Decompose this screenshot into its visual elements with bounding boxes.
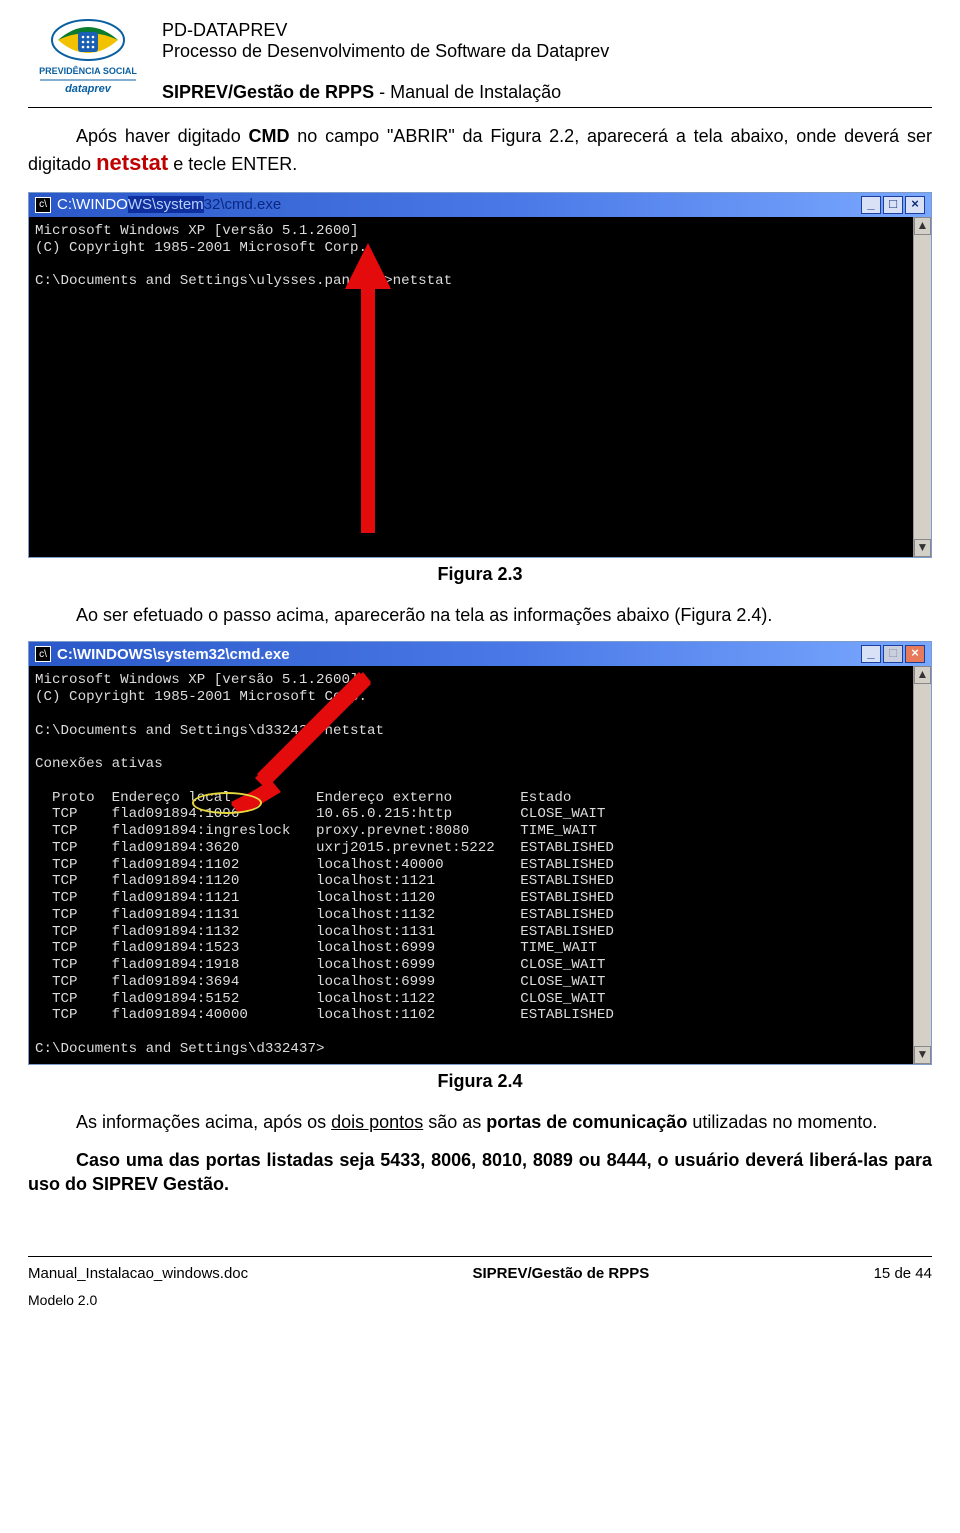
header-line1: PD-DATAPREV <box>162 20 932 41</box>
close-icon[interactable]: × <box>905 196 925 214</box>
p1-netstat: netstat <box>96 150 168 175</box>
terminal-screenshot-1: c\ C:\WINDOWS\system32\cmd.exe _ □ × ▲ ▼… <box>28 192 932 558</box>
paragraph-3: As informações acima, após os dois ponto… <box>28 1110 932 1134</box>
p3-a: As informações acima, após os <box>76 1112 331 1132</box>
logo: PREVIDÊNCIA SOCIAL dataprev <box>28 18 148 103</box>
terminal2-title: C:\WINDOWS\system32\cmd.exe <box>57 646 861 663</box>
scroll-down-icon[interactable]: ▼ <box>914 1046 931 1064</box>
window-buttons: _ □ × <box>861 645 925 663</box>
minimize-icon[interactable]: _ <box>861 645 881 663</box>
p3-under: dois pontos <box>331 1112 423 1132</box>
header-line2: Processo de Desenvolvimento de Software … <box>162 41 932 62</box>
t1-title-c: 32\cmd.exe <box>204 196 282 213</box>
t1-title-a: C:\WINDO <box>57 196 128 213</box>
maximize-icon[interactable]: □ <box>883 196 903 214</box>
svg-text:PREVIDÊNCIA SOCIAL: PREVIDÊNCIA SOCIAL <box>39 65 137 76</box>
svg-text:dataprev: dataprev <box>65 83 112 95</box>
scrollbar[interactable]: ▲ ▼ <box>913 217 931 557</box>
p4-bold: Caso uma das portas listadas seja 5433, … <box>28 1150 932 1194</box>
footer-modelo: Modelo 2.0 <box>28 1292 932 1308</box>
header-line3-rest: - Manual de Instalação <box>374 82 561 102</box>
cmd-icon: c\ <box>35 646 51 662</box>
p3-bold: portas de comunicação <box>486 1112 687 1132</box>
p1-cmd: CMD <box>249 126 290 146</box>
annotation-arrow-diag <box>231 672 371 812</box>
close-icon[interactable]: × <box>905 645 925 663</box>
footer-left: Manual_Instalacao_windows.doc <box>28 1265 248 1282</box>
maximize-icon[interactable]: □ <box>883 645 903 663</box>
footer-row: Manual_Instalacao_windows.doc SIPREV/Ges… <box>28 1257 932 1282</box>
cmd-icon: c\ <box>35 197 51 213</box>
footer-right: 15 de 44 <box>874 1265 932 1282</box>
scroll-down-icon[interactable]: ▼ <box>914 539 931 557</box>
header-line3: SIPREV/Gestão de RPPS - Manual de Instal… <box>162 82 932 103</box>
paragraph-2: Ao ser efetuado o passo acima, aparecerã… <box>28 603 932 627</box>
paragraph-4: Caso uma das portas listadas seja 5433, … <box>28 1148 932 1197</box>
p1-d: e tecle ENTER. <box>168 154 297 174</box>
terminal2-output: Microsoft Windows XP [versão 5.1.2600] (… <box>31 670 909 1059</box>
page-header: PREVIDÊNCIA SOCIAL dataprev PD-DATAPREV … <box>28 18 932 108</box>
header-line3-bold: SIPREV/Gestão de RPPS <box>162 82 374 102</box>
figure-2-4-caption: Figura 2.4 <box>28 1071 932 1092</box>
footer-mid: SIPREV/Gestão de RPPS <box>473 1265 650 1282</box>
paragraph-1: Após haver digitado CMD no campo "ABRIR"… <box>28 124 932 178</box>
terminal1-output: Microsoft Windows XP [versão 5.1.2600] (… <box>31 221 909 292</box>
minimize-icon[interactable]: _ <box>861 196 881 214</box>
terminal2-titlebar: c\ C:\WINDOWS\system32\cmd.exe _ □ × <box>29 642 931 666</box>
p1-a: Após haver digitado <box>76 126 249 146</box>
p3-b: são as <box>423 1112 486 1132</box>
figure-2-3-caption: Figura 2.3 <box>28 564 932 585</box>
t1-title-b: WS\system <box>128 196 204 213</box>
scroll-up-icon[interactable]: ▲ <box>914 217 931 235</box>
annotation-arrow-up <box>345 243 391 533</box>
terminal-screenshot-2: c\ C:\WINDOWS\system32\cmd.exe _ □ × ▲ ▼… <box>28 641 932 1064</box>
p3-c: utilizadas no momento. <box>687 1112 877 1132</box>
terminal1-titlebar: c\ C:\WINDOWS\system32\cmd.exe _ □ × <box>29 193 931 217</box>
terminal1-title: C:\WINDOWS\system32\cmd.exe <box>57 196 861 213</box>
window-buttons: _ □ × <box>861 196 925 214</box>
scroll-up-icon[interactable]: ▲ <box>914 666 931 684</box>
scrollbar[interactable]: ▲ ▼ <box>913 666 931 1063</box>
